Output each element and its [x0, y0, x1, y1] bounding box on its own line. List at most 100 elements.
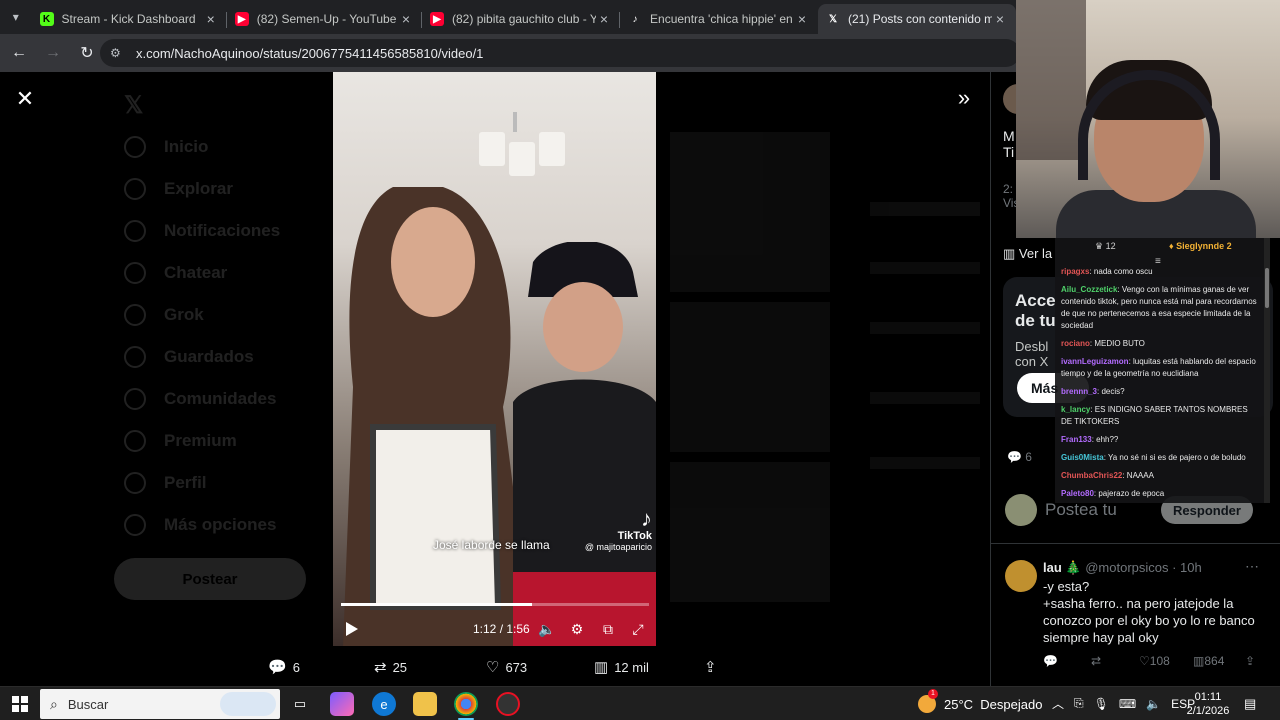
- chat-message: Paleto80: pajerazo de epoca: [1061, 488, 1261, 500]
- video-subtitle: José laborde se llama: [433, 538, 550, 552]
- sidebar-item-label: Comunidades: [164, 389, 277, 408]
- volume-icon[interactable]: 🔈: [538, 620, 556, 638]
- video-progress-bar[interactable]: [341, 603, 649, 606]
- engagement-bar: 💬 6 ⇄ 25 ♡ 673 ▥ 12 mil ⇪: [260, 652, 730, 682]
- close-icon[interactable]: ×: [992, 11, 1008, 27]
- windows-taskbar: ⌕ Buscar ▭ e 1 25°C Despejado ︿ ⎘ 🎙 ⌨ 🔈 …: [0, 686, 1280, 720]
- video-controls: 1:12 / 1:56 🔈 ⚙ ⧉ ⤢: [333, 614, 656, 644]
- video-frame-man: [513, 242, 656, 646]
- chat-message: ChumbaChris22: NAAAA: [1061, 470, 1261, 482]
- x-sidebar-dimmed: 𝕏 Inicio Explorar Notificaciones Chatear…: [100, 72, 330, 686]
- x-icon: 𝕏: [828, 13, 838, 25]
- comment-actions: 💬 ⇄ ♡ 108 ▥ 864 ⇪: [1043, 654, 1269, 672]
- chat-username[interactable]: Guis0Mista: [1061, 453, 1104, 462]
- tab-kick[interactable]: K Stream - Kick Dashboard ×: [32, 4, 227, 34]
- taskbar-clock[interactable]: 01:11 2/1/2026: [1184, 690, 1232, 718]
- sidebar-item-label: Chatear: [164, 263, 228, 282]
- chat-scroll-thumb[interactable]: [1265, 268, 1269, 308]
- close-icon[interactable]: ×: [596, 11, 612, 27]
- copilot-icon[interactable]: [330, 692, 354, 716]
- edge-icon[interactable]: e: [372, 692, 396, 716]
- pip-icon[interactable]: ⧉: [599, 620, 617, 638]
- chat-text: : ehh??: [1091, 435, 1119, 444]
- reply-button[interactable]: 💬 6: [268, 658, 300, 676]
- microphone-icon[interactable]: 🎙: [1094, 697, 1109, 711]
- chat-top-bar: ♛ 12 ♦ Sieglynnde 2: [1055, 238, 1270, 254]
- chat-username[interactable]: Ailu_Cozzetick: [1061, 285, 1117, 294]
- chat-username[interactable]: ivannLeguizamon: [1061, 357, 1129, 366]
- close-icon[interactable]: ×: [203, 11, 219, 27]
- play-icon[interactable]: [345, 621, 359, 637]
- commenter-name[interactable]: lau 🎄: [1043, 560, 1082, 575]
- chat-scrollbar[interactable]: [1264, 238, 1270, 503]
- video-player[interactable]: ♪ TikTok @ majitoaparicio José laborde s…: [333, 72, 656, 646]
- tab-x-active[interactable]: 𝕏 (21) Posts con contenido multimedia ×: [818, 4, 1017, 34]
- reply-tweet[interactable]: lau 🎄 @motorpsicos · 10h ⋯ -y esta? +sas…: [991, 546, 1280, 686]
- settings-icon[interactable]: ⚙: [568, 620, 586, 638]
- repost-icon[interactable]: ⇄: [1091, 654, 1101, 668]
- reload-icon[interactable]: ↻: [72, 38, 102, 68]
- chat-username[interactable]: ripagxs: [1061, 267, 1089, 276]
- fullscreen-icon[interactable]: ⤢: [629, 620, 647, 638]
- notification-icon[interactable]: ▤: [1244, 696, 1262, 712]
- chat-message: ripagxs: nada como oscu: [1061, 266, 1261, 278]
- close-icon[interactable]: ×: [794, 11, 810, 27]
- site-info-icon[interactable]: ⚙: [110, 46, 126, 60]
- chevron-up-icon[interactable]: ︿: [1052, 695, 1064, 712]
- usb-icon[interactable]: ⎘: [1074, 696, 1084, 711]
- chat-message: brennn_3: decis?: [1061, 386, 1261, 398]
- back-arrow-icon[interactable]: ←: [4, 38, 34, 68]
- file-explorer-icon[interactable]: [413, 692, 437, 716]
- clock-time: 01:11: [1194, 691, 1222, 703]
- tab-title: (21) Posts con contenido multimedia: [848, 12, 993, 26]
- tab-youtube-1[interactable]: ▶ (82) Semen-Up - YouTube ×: [227, 4, 423, 34]
- chat-username[interactable]: ChumbaChris22: [1061, 471, 1122, 480]
- forward-arrow-icon[interactable]: →: [38, 38, 68, 68]
- like-button[interactable]: ♡ 673: [486, 658, 527, 676]
- weather-sun-icon: 1: [918, 689, 938, 713]
- volume-icon[interactable]: 🔈: [1146, 697, 1161, 711]
- chat-message: k_lancy: ES INDIGNO SABER TANTOS NOMBRES…: [1061, 404, 1261, 428]
- chat-top-user: ♦ Sieglynnde 2: [1169, 241, 1232, 251]
- comment-views-button[interactable]: ▥ 864: [1193, 654, 1224, 668]
- tab-search-button[interactable]: ▾: [0, 0, 32, 34]
- chat-username[interactable]: Fran133: [1061, 435, 1092, 444]
- task-view-icon[interactable]: ▭: [288, 692, 312, 716]
- address-bar[interactable]: ⚙ x.com/NachoAquinoo/status/200677541145…: [100, 39, 1020, 67]
- close-icon[interactable]: ×: [398, 11, 414, 27]
- weather-widget[interactable]: 1 25°C Despejado: [918, 689, 1042, 713]
- bell-icon: [124, 220, 146, 242]
- chat-message: Fran133: ehh??: [1061, 434, 1261, 446]
- chat-username[interactable]: k_lancy: [1061, 405, 1090, 414]
- chrome-icon[interactable]: [454, 692, 478, 716]
- reply-count-label: 6: [1025, 450, 1032, 464]
- repost-button[interactable]: ⇄ 25: [374, 658, 407, 676]
- taskbar-search[interactable]: ⌕ Buscar: [40, 689, 280, 719]
- view-activity-link[interactable]: ▥ Ver la: [1003, 246, 1052, 262]
- comment-header: lau 🎄 @motorpsicos · 10h: [1043, 560, 1202, 576]
- chat-top-right: Sieglynnde 2: [1176, 241, 1232, 251]
- chat-username[interactable]: brennn_3: [1061, 387, 1097, 396]
- video-time: 1:12 / 1:56: [473, 622, 530, 636]
- expand-panel-icon[interactable]: »: [950, 84, 978, 112]
- share-icon[interactable]: ⇪: [1245, 654, 1255, 668]
- commenter-avatar[interactable]: [1005, 560, 1037, 592]
- network-icon[interactable]: ⌨: [1119, 697, 1136, 711]
- close-viewer-button[interactable]: ✕: [12, 86, 38, 112]
- views-button[interactable]: ▥ 12 mil: [594, 658, 649, 676]
- more-options-icon[interactable]: ⋯: [1245, 558, 1259, 575]
- reply-icon: 💬: [1007, 450, 1026, 464]
- background-feed-dimmed: [660, 72, 990, 686]
- comment-like-button[interactable]: ♡ 108: [1139, 654, 1170, 668]
- share-button[interactable]: ⇪: [704, 658, 723, 676]
- windows-start-icon[interactable]: [12, 696, 28, 712]
- sidebar-item-label: Notificaciones: [164, 221, 281, 240]
- reply-icon[interactable]: 💬: [1043, 654, 1058, 668]
- chat-username[interactable]: Paleto80: [1061, 489, 1094, 498]
- tab-youtube-2[interactable]: ▶ (82) pibita gauchito club - YouTube ×: [422, 4, 621, 34]
- bar-chart-icon: ▥: [594, 659, 609, 676]
- chat-username[interactable]: rociano: [1061, 339, 1090, 348]
- tab-tiktok[interactable]: ♪ Encuentra 'chica hippie' en TikTok ×: [620, 4, 818, 34]
- obs-icon[interactable]: [496, 692, 520, 716]
- search-highlight-icon: [220, 692, 276, 716]
